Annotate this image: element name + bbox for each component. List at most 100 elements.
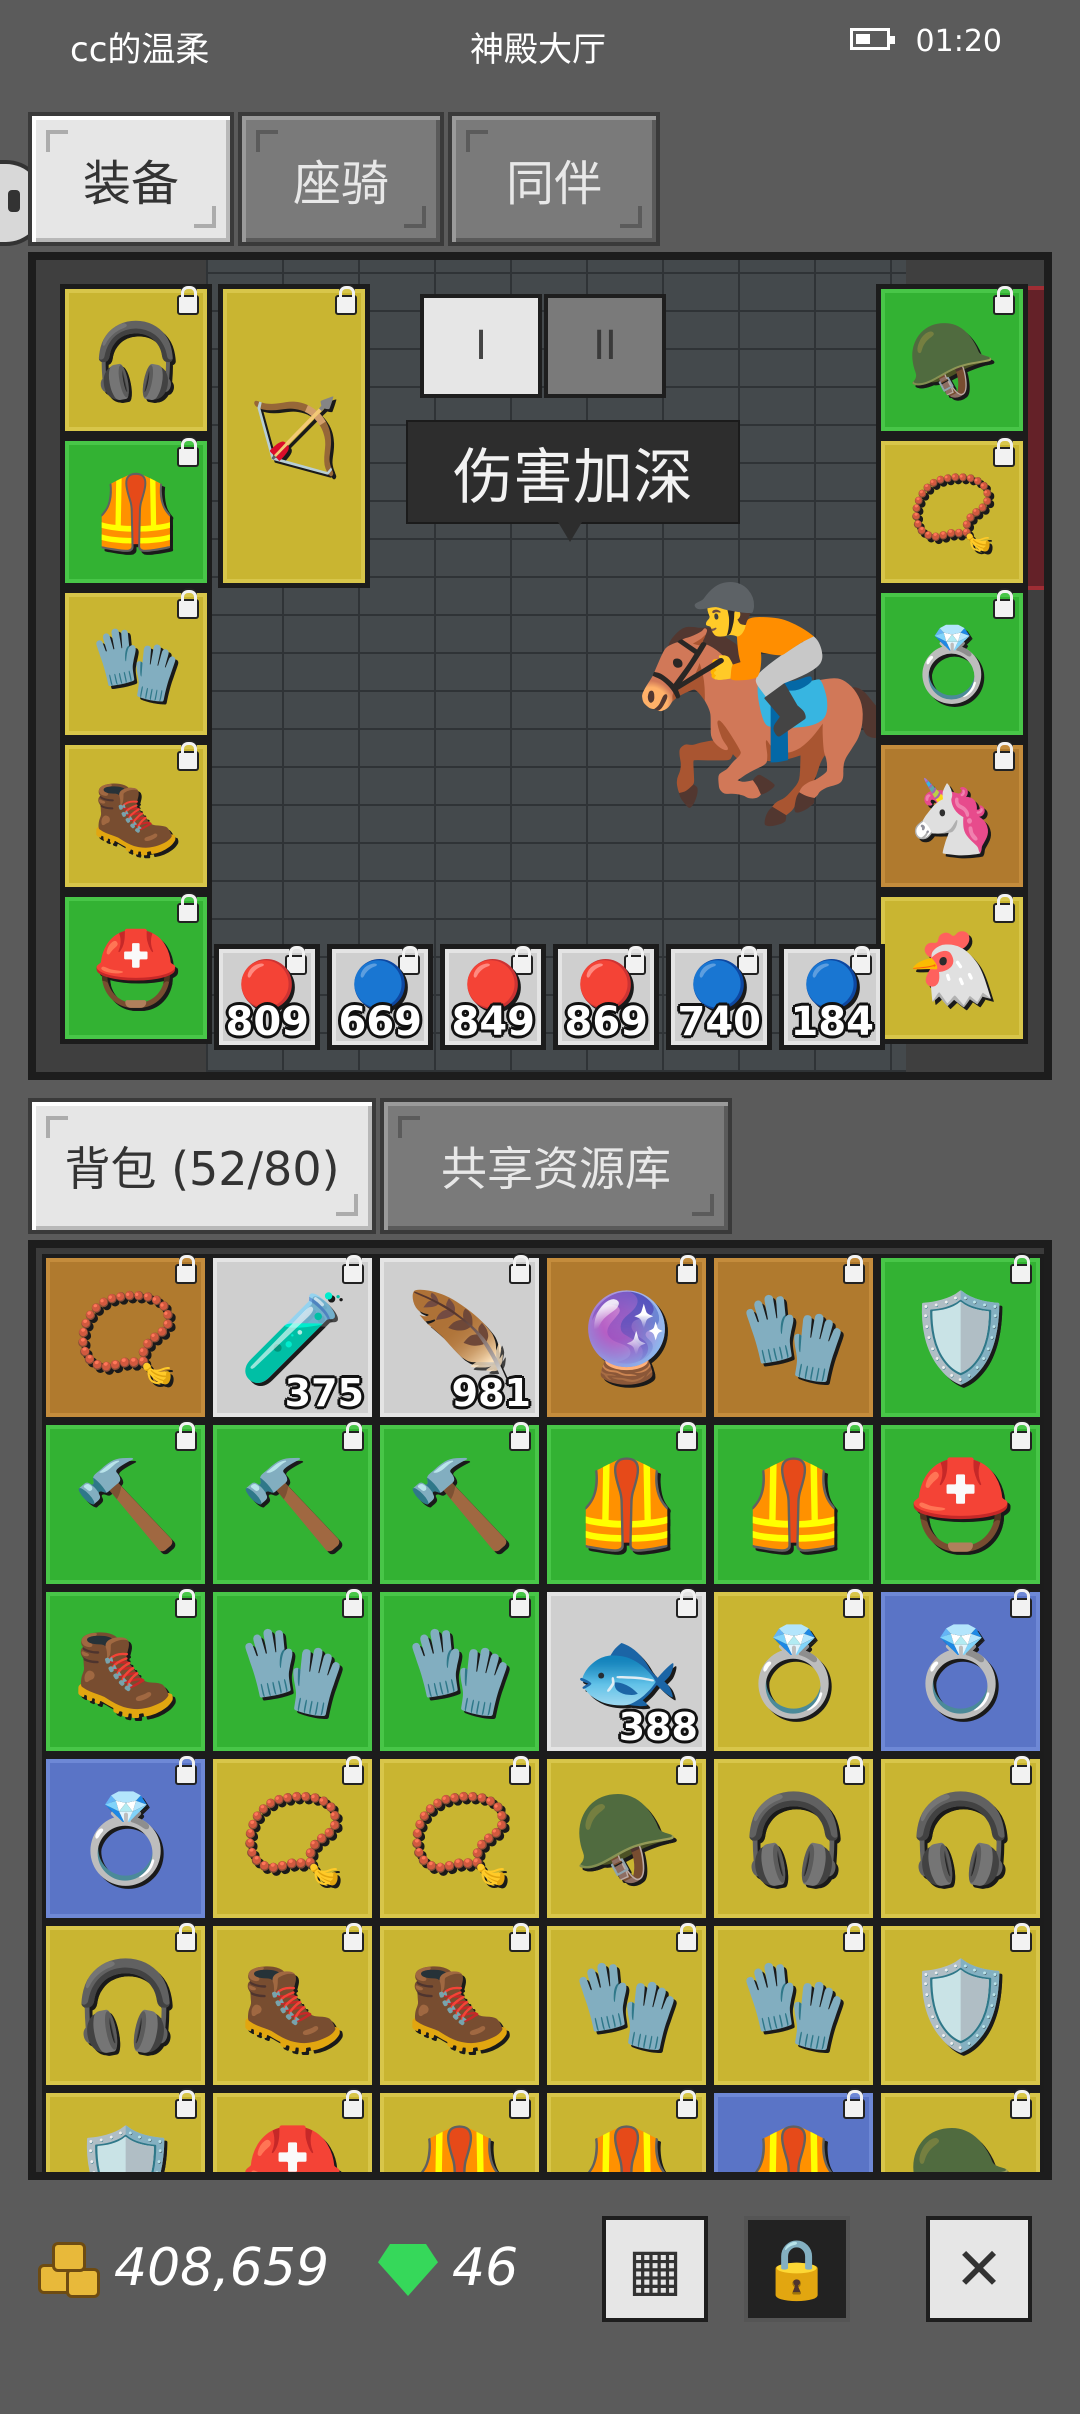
bag-slot-12[interactable]: 🥾: [42, 1588, 209, 1755]
lock-icon: [1010, 1255, 1032, 1284]
bag-slot-4[interactable]: 🧤: [710, 1254, 877, 1421]
boots-icon: 🥾: [91, 774, 181, 858]
bow-icon: 🏹: [249, 394, 339, 478]
bag-slot-9[interactable]: 🦺: [543, 1421, 710, 1588]
gem-slot-2[interactable]: 🔴 849: [440, 944, 546, 1050]
bag-slot-1[interactable]: 🧪 375: [209, 1254, 376, 1421]
bag-slot-27[interactable]: 🧤: [543, 1922, 710, 2089]
bag-slot-29[interactable]: 🛡️: [877, 1922, 1044, 2089]
lock-icon: [509, 1255, 531, 1284]
close-icon: ✕: [954, 2235, 1004, 2303]
gold-amount: 408,659: [114, 2238, 330, 2298]
lock-icon: [509, 1589, 531, 1618]
leather-glove-icon: 🧤: [572, 1955, 681, 2056]
bag-slot-3[interactable]: 🔮: [543, 1254, 710, 1421]
equip-slot-right-2[interactable]: 💍: [876, 588, 1028, 740]
bag-slot-6[interactable]: 🔨: [42, 1421, 209, 1588]
bag-slot-13[interactable]: 🧤: [209, 1588, 376, 1755]
lock-icon: [843, 1255, 865, 1284]
tab-mount[interactable]: 座骑: [238, 112, 444, 246]
lock-icon: [342, 1923, 364, 1952]
bag-slot-30[interactable]: 🛡️: [42, 2089, 209, 2172]
lock-icon: [676, 1923, 698, 1952]
equip-slot-right-3[interactable]: 🦄: [876, 740, 1028, 892]
dark-armor-icon: 🦺: [91, 470, 181, 554]
bag-slot-20[interactable]: 📿: [376, 1755, 543, 1922]
lock-icon: [342, 1422, 364, 1451]
bag-slot-24[interactable]: 🎧: [42, 1922, 209, 2089]
equip-slot-left-3[interactable]: 🥾: [60, 740, 212, 892]
skill-tooltip: 伤害加深: [406, 420, 740, 542]
page-button-1[interactable]: I: [420, 294, 542, 398]
bag-slot-8[interactable]: 🔨: [376, 1421, 543, 1588]
bag-slot-15[interactable]: 🐟 388: [543, 1588, 710, 1755]
close-button[interactable]: ✕: [926, 2216, 1032, 2322]
equip-slot-right-4[interactable]: 🐔: [876, 892, 1028, 1044]
bag-slot-26[interactable]: 🥾: [376, 1922, 543, 2089]
gold-ring-icon: 💍: [906, 1621, 1015, 1722]
equip-slot-left-2[interactable]: 🧤: [60, 588, 212, 740]
bag-slot-7[interactable]: 🔨: [209, 1421, 376, 1588]
bag-slot-21[interactable]: 🪖: [543, 1755, 710, 1922]
lock-icon: [175, 1422, 197, 1451]
gem-amount: 46: [452, 2238, 519, 2298]
lock-toggle-button[interactable]: 🔒: [744, 2216, 850, 2322]
horned-helmet-icon: 🪖: [906, 2122, 1015, 2180]
wooden-shield-icon: 🛡️: [906, 1955, 1015, 2056]
equip-slot-right-1[interactable]: 📿: [876, 436, 1028, 588]
gem-slot-0[interactable]: 🔴 809: [214, 944, 320, 1050]
bag-slot-25[interactable]: 🥾: [209, 1922, 376, 2089]
bag-slot-32[interactable]: 🦺: [376, 2089, 543, 2180]
bag-slot-5[interactable]: 🛡️: [877, 1254, 1044, 1421]
bag-slot-31[interactable]: ⛑️: [209, 2089, 376, 2172]
bag-slot-35[interactable]: 🪖: [877, 2089, 1044, 2180]
tab-backpack[interactable]: 背包 (52/80): [28, 1098, 376, 1234]
lock-icon: [342, 1589, 364, 1618]
mace-icon: 🔨: [71, 1454, 180, 1555]
bag-slot-14[interactable]: 🧤: [376, 1588, 543, 1755]
bag-slot-19[interactable]: 📿: [209, 1755, 376, 1922]
gem-slot-4[interactable]: 🔵 740: [666, 944, 772, 1050]
bag-slot-16[interactable]: 💍: [710, 1588, 877, 1755]
gem-slot-3[interactable]: 🔴 869: [553, 944, 659, 1050]
emerald-icon: [378, 2244, 438, 2296]
bag-slot-23[interactable]: 🎧: [877, 1755, 1044, 1922]
lock-icon: [843, 1589, 865, 1618]
bag-slot-28[interactable]: 🧤: [710, 1922, 877, 2089]
lock-icon: [342, 1756, 364, 1785]
bag-slot-22[interactable]: 🎧: [710, 1755, 877, 1922]
item-count: 849: [451, 999, 536, 1045]
bag-slot-34[interactable]: 🦺: [710, 2089, 877, 2172]
fish-icon: 🐟: [572, 1621, 681, 1722]
equip-slot-left-1[interactable]: 🦺: [60, 436, 212, 588]
tab-equipment-label: 装备: [82, 156, 179, 212]
tab-companion[interactable]: 同伴: [448, 112, 660, 246]
equip-slot-right-0[interactable]: 🪖: [876, 284, 1028, 436]
page-button-2[interactable]: II: [544, 294, 666, 398]
gem-slot-1[interactable]: 🔵 669: [327, 944, 433, 1050]
bag-slot-11[interactable]: ⛑️: [877, 1421, 1044, 1588]
equip-slot-left-0[interactable]: 🎧: [60, 284, 212, 436]
bag-slot-18[interactable]: 💍: [42, 1755, 209, 1922]
lock-icon: [177, 742, 199, 771]
tab-mount-label: 座骑: [292, 156, 389, 212]
bag-slot-2[interactable]: 🪶 981: [376, 1254, 543, 1421]
boots-icon: 🥾: [238, 1955, 347, 2056]
tab-shared-storage[interactable]: 共享资源库: [380, 1098, 732, 1234]
boots-icon: 🥾: [71, 1621, 180, 1722]
bag-slot-17[interactable]: 💍: [877, 1588, 1044, 1755]
bag-slot-10[interactable]: 🦺: [710, 1421, 877, 1588]
sort-button[interactable]: ▦: [602, 2216, 708, 2322]
lock-icon: [509, 1923, 531, 1952]
bag-slot-33[interactable]: 🦺: [543, 2089, 710, 2172]
leather-armor-icon: 🦺: [405, 2122, 514, 2180]
tab-equipment[interactable]: 装备: [28, 112, 234, 246]
lock-icon: [993, 894, 1015, 923]
weapon-slot[interactable]: 🏹: [218, 284, 370, 588]
item-count: 375: [284, 1371, 364, 1415]
gem-slot-5[interactable]: 🔵 184: [779, 944, 885, 1050]
bag-slot-0[interactable]: 📿: [42, 1254, 209, 1421]
lock-icon: [177, 286, 199, 315]
backpack-grid: 📿 🧪 375 🪶 981 🔮 🧤 🛡️ 🔨 🔨 🔨 🦺 🦺 ⛑️ 🥾 🧤 🧤 🐟 388 💍 💍 💍 📿 📿 🪖 🎧 🎧 🎧 🥾 🥾 🧤 🧤…: [42, 1254, 1044, 2180]
equip-slot-left-4[interactable]: ⛑️: [60, 892, 212, 1044]
